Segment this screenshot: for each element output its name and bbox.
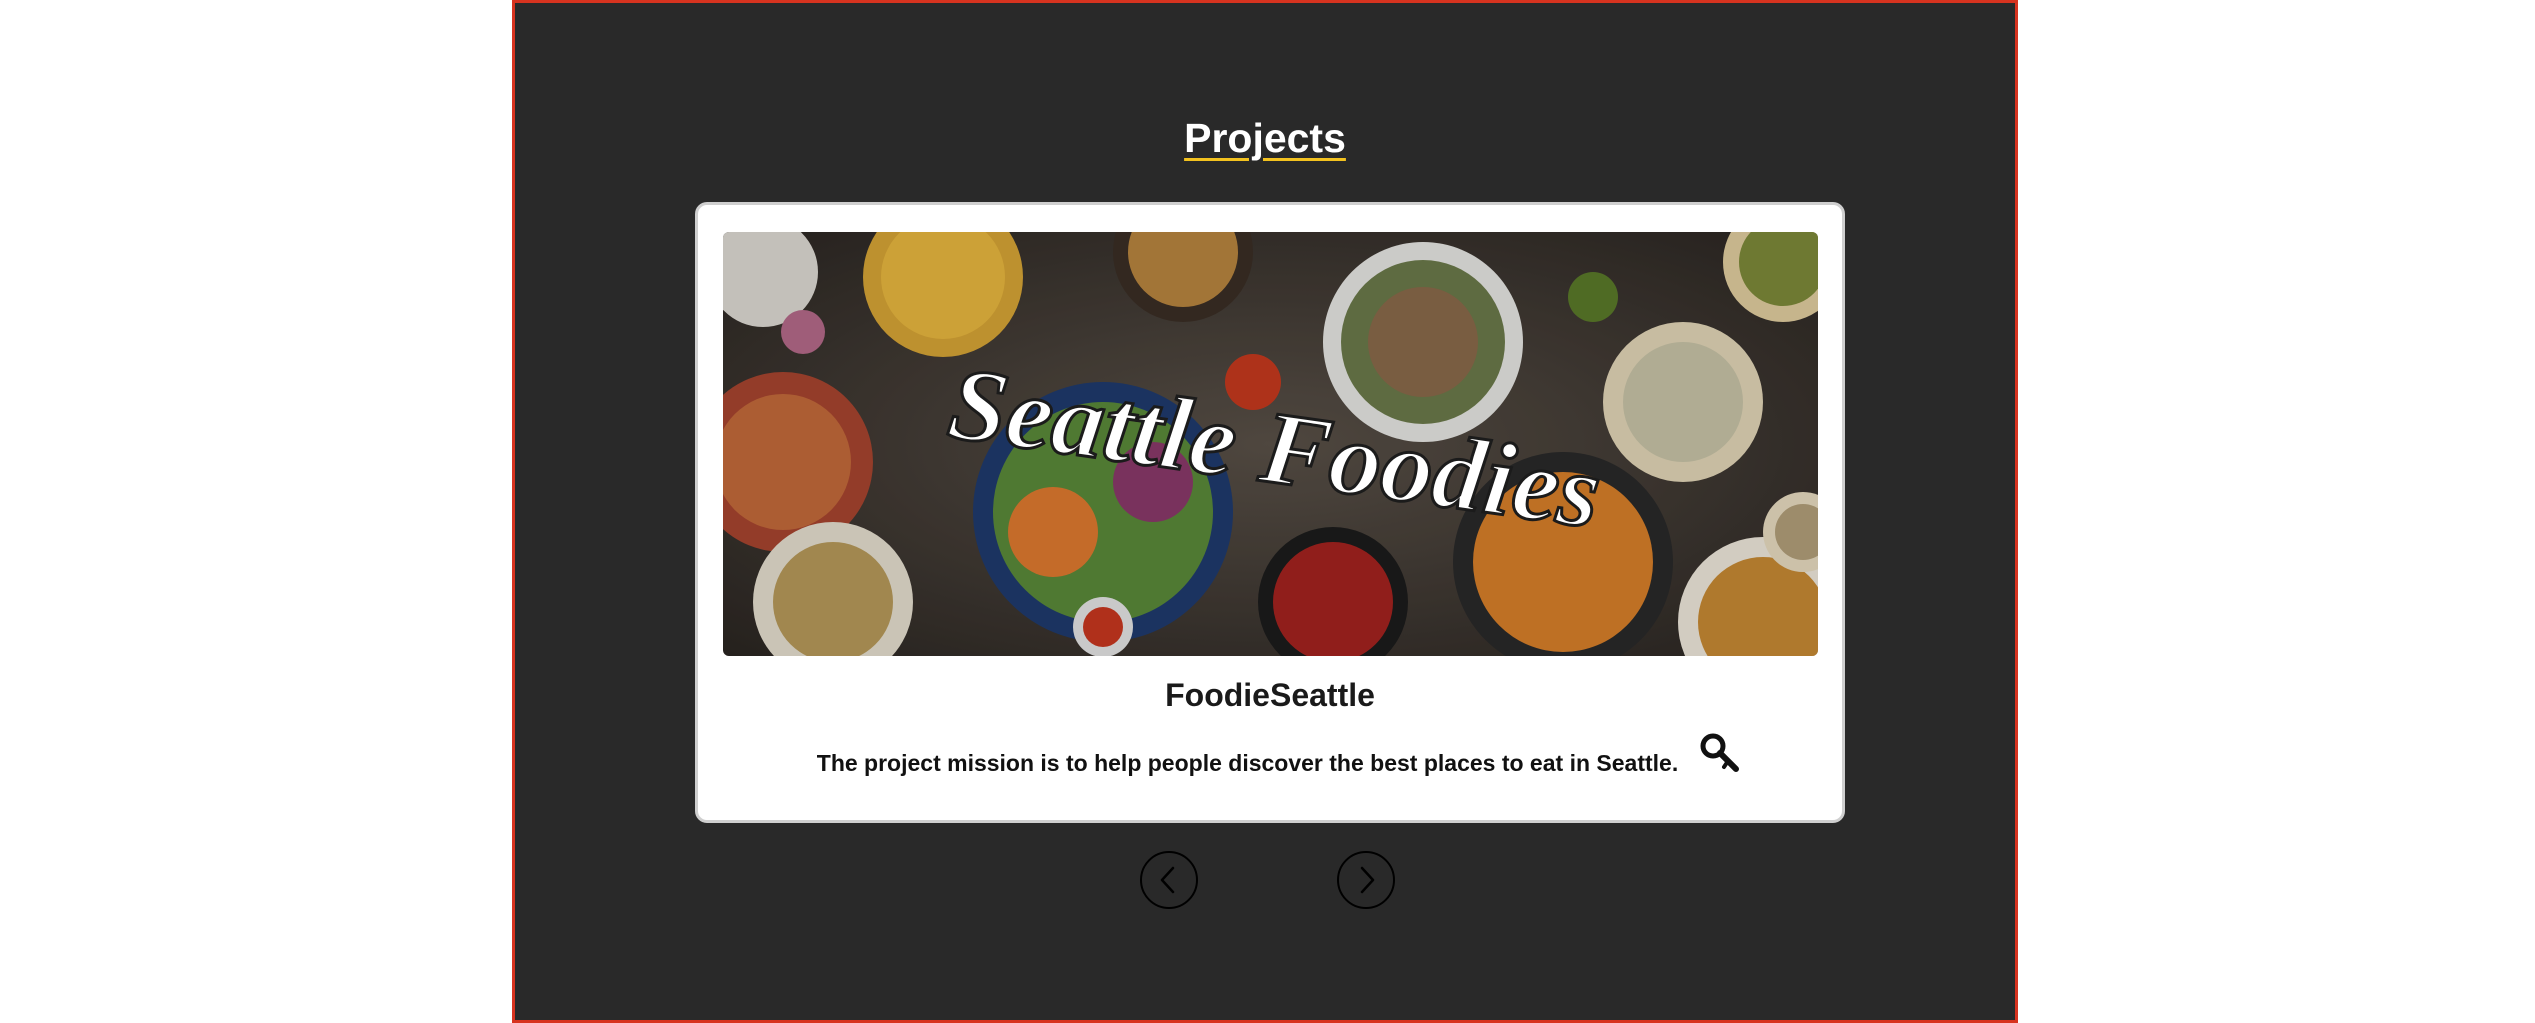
project-description: The project mission is to help people di… bbox=[816, 750, 1679, 776]
chevron-left-icon bbox=[1160, 866, 1175, 894]
next-project-button[interactable] bbox=[1337, 851, 1395, 909]
project-card: Seattle Foodies FoodieSeattle The projec… bbox=[695, 202, 1845, 823]
section-title: Projects bbox=[1184, 115, 1346, 161]
chevron-right-icon bbox=[1360, 866, 1375, 894]
magnifier-icon[interactable] bbox=[1698, 731, 1742, 775]
projects-section: Projects Seattle Foodies FoodieSeattle T… bbox=[512, 0, 2018, 1023]
previous-project-button[interactable] bbox=[1140, 851, 1198, 909]
project-banner-image[interactable]: Seattle Foodies bbox=[723, 232, 1818, 656]
project-name: FoodieSeattle bbox=[1165, 677, 1375, 713]
